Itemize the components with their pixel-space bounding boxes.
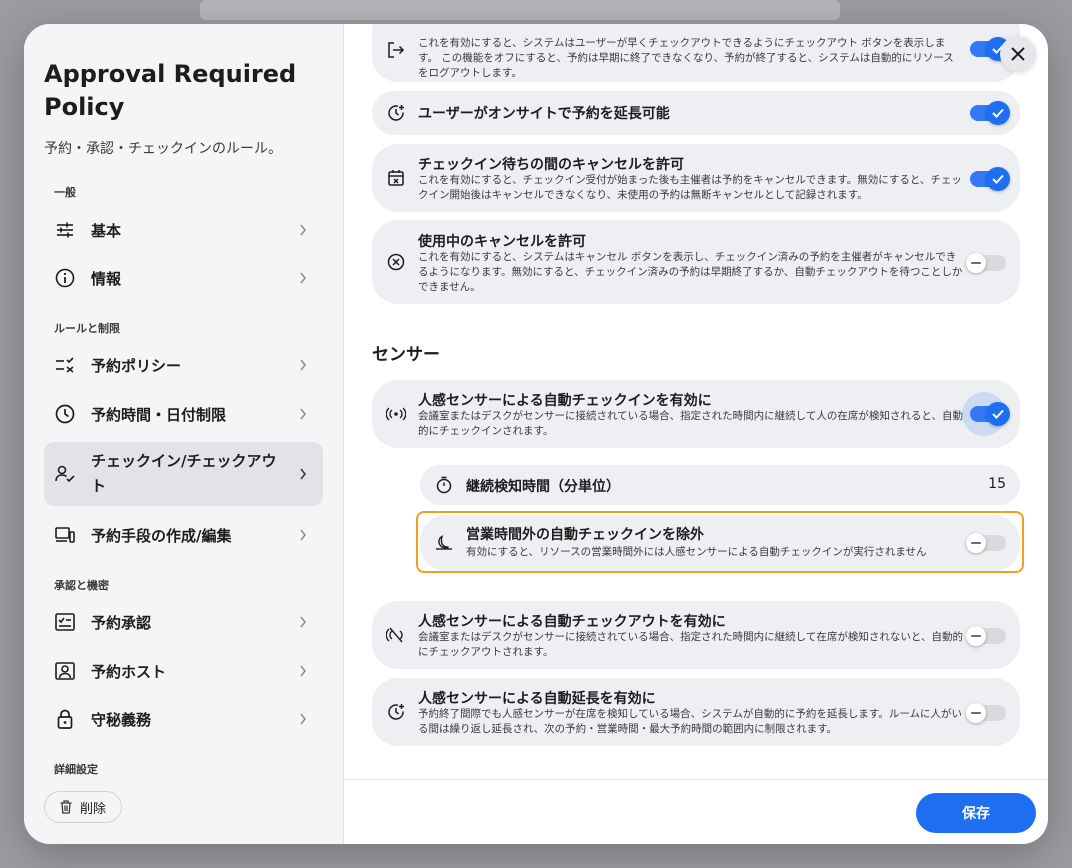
logout-icon (386, 40, 406, 60)
section-advanced: 詳細設定 (54, 763, 98, 776)
policy-dialog: Approval Required Policy 予約・承認・チェックインのルー… (24, 24, 1048, 844)
dialog-footer: 保存 (344, 779, 1048, 844)
sidebar-item-time-limits[interactable]: 予約時間・日付制限 (44, 392, 323, 436)
setting-description: これを有効にすると、システムはユーザーが早くチェックアウトできるようにチェックア… (418, 37, 954, 79)
sidebar-item-label: 予約ポリシー (91, 356, 182, 375)
cancel-circle-icon (386, 252, 406, 272)
off-knob (966, 626, 986, 646)
setting-card-early-checkout: これを有効にすると、システムはユーザーが早くチェックアウトできるようにチェックア… (372, 24, 1020, 82)
chevron-right-icon (299, 357, 309, 373)
setting-card-cancel-in-use: 使用中のキャンセルを許可 これを有効にすると、システムはキャンセル ボタンを表示… (372, 220, 1020, 304)
sidebar-item-confidentiality[interactable]: 守秘義務 (44, 697, 323, 741)
delete-button[interactable]: 削除 (44, 791, 122, 823)
off-knob (966, 253, 986, 273)
toggle-sensor-checkin[interactable] (970, 402, 1010, 426)
sidebar-item-label: 守秘義務 (91, 710, 152, 729)
chevron-right-icon (299, 406, 309, 422)
setting-description: 予約終了間際でも人感センサーが在席を検知している場合、システムが自動的に予約を延… (418, 708, 963, 735)
sidebar-item-label: 基本 (91, 221, 122, 240)
host-icon (54, 660, 76, 682)
timer-icon (434, 475, 454, 495)
chevron-right-icon (299, 466, 309, 482)
check-icon (986, 101, 1010, 125)
setting-title: ユーザーがオンサイトで予約を延長可能 (418, 106, 670, 122)
toggle-cancel-waiting[interactable] (970, 167, 1010, 191)
sidebar-item-label: 予約手段の作成/編集 (91, 526, 232, 545)
duration-value[interactable]: 15 (988, 476, 1006, 492)
close-icon (1011, 47, 1025, 61)
close-button[interactable] (1000, 36, 1036, 72)
trash-icon (60, 800, 72, 814)
dialog-subtitle: 予約・承認・チェックインのルール。 (44, 141, 282, 157)
toggle-extend-onsite[interactable] (970, 101, 1010, 125)
setting-card-cancel-waiting: チェックイン待ちの間のキャンセルを許可 これを有効にすると、チェックイン受付が始… (372, 144, 1020, 212)
setting-title: 使用中のキャンセルを許可 (418, 234, 586, 250)
setting-description: 会議室またはデスクがセンサーに接続されている場合、指定された時間内に継続して人の… (418, 410, 963, 437)
sidebar-item-label: 予約時間・日付制限 (91, 405, 227, 424)
setting-card-sensor-checkout: 人感センサーによる自動チェックアウトを有効に 会議室またはデスクがセンサーに接続… (372, 601, 1020, 669)
setting-description: これを有効にすると、チェックイン受付が始まった後も主催者は予約をキャンセルできま… (418, 174, 962, 201)
sensor-off-icon (386, 625, 406, 645)
backdrop-strip (200, 0, 840, 20)
sidebar-item-booking-methods[interactable]: 予約手段の作成/編集 (44, 513, 323, 557)
sidebar-item-label: チェックイン/チェックアウト (91, 452, 277, 495)
lock-icon (54, 708, 76, 730)
highlight-frame (416, 511, 1024, 573)
user-check-icon (54, 463, 76, 485)
setting-description: 会議室またはデスクがセンサーに接続されている場合、指定された時間内に継続して在席… (418, 631, 963, 658)
settings-content: これを有効にすると、システムはユーザーが早くチェックアウトできるようにチェックア… (344, 24, 1048, 779)
setting-title: 人感センサーによる自動延長を有効に (418, 691, 656, 707)
setting-title: 人感センサーによる自動チェックインを有効に (418, 393, 712, 409)
sliders-icon (54, 219, 76, 241)
info-icon (54, 267, 76, 289)
chevron-right-icon (299, 711, 309, 727)
toggle-sensor-checkout[interactable] (966, 626, 1006, 646)
checklist-icon (54, 354, 76, 376)
section-title-sensor: センサー (372, 345, 440, 365)
sidebar-item-approval[interactable]: 予約承認 (44, 600, 323, 644)
section-approval: 承認と機密 (54, 579, 109, 592)
delete-label: 削除 (80, 801, 107, 817)
sidebar-item-booking-policy[interactable]: 予約ポリシー (44, 343, 323, 387)
calendar-cancel-icon (386, 168, 406, 188)
setting-card-extend-onsite: ユーザーがオンサイトで予約を延長可能 (372, 91, 1020, 135)
sidebar-item-label: 予約承認 (91, 613, 152, 632)
setting-description: これを有効にすると、システムはキャンセル ボタンを表示し、チェックイン済みの予約… (418, 251, 963, 293)
sidebar-item-label: 予約ホスト (91, 662, 167, 681)
setting-card-duration: 継続検知時間（分単位） 15 (420, 465, 1020, 505)
sidebar: Approval Required Policy 予約・承認・チェックインのルー… (24, 24, 344, 844)
section-general: 一般 (54, 186, 76, 199)
setting-card-sensor-extend: 人感センサーによる自動延長を有効に 予約終了間際でも人感センサーが在席を検知して… (372, 678, 1020, 746)
sensor-icon (386, 404, 406, 424)
chevron-right-icon (299, 614, 309, 630)
save-button[interactable]: 保存 (916, 793, 1036, 833)
chevron-right-icon (299, 663, 309, 679)
toggle-cancel-in-use[interactable] (966, 253, 1006, 273)
sidebar-item-info[interactable]: 情報 (44, 256, 323, 300)
chevron-right-icon (299, 527, 309, 543)
sidebar-item-checkin-checkout[interactable]: チェックイン/チェックアウト (44, 442, 323, 506)
check-icon (986, 167, 1010, 191)
clock-plus-icon (386, 103, 406, 123)
chevron-right-icon (299, 222, 309, 238)
devices-icon (54, 524, 76, 546)
dialog-title: Approval Required Policy (44, 60, 297, 121)
approval-icon (54, 611, 76, 633)
sidebar-item-label: 情報 (91, 269, 122, 288)
setting-title: チェックイン待ちの間のキャンセルを許可 (418, 157, 684, 173)
toggle-sensor-extend[interactable] (966, 703, 1006, 723)
check-icon (986, 402, 1010, 426)
sidebar-item-host[interactable]: 予約ホスト (44, 649, 323, 693)
setting-title: 人感センサーによる自動チェックアウトを有効に (418, 614, 726, 630)
off-knob (966, 703, 986, 723)
setting-card-sensor-checkin: 人感センサーによる自動チェックインを有効に 会議室またはデスクがセンサーに接続さ… (372, 380, 1020, 448)
clock-plus-icon (386, 702, 406, 722)
setting-title: 継続検知時間（分単位） (466, 479, 620, 495)
section-rules: ルールと制限 (54, 322, 120, 335)
sidebar-item-basic[interactable]: 基本 (44, 208, 323, 252)
chevron-right-icon (299, 270, 309, 286)
clock-icon (54, 403, 76, 425)
